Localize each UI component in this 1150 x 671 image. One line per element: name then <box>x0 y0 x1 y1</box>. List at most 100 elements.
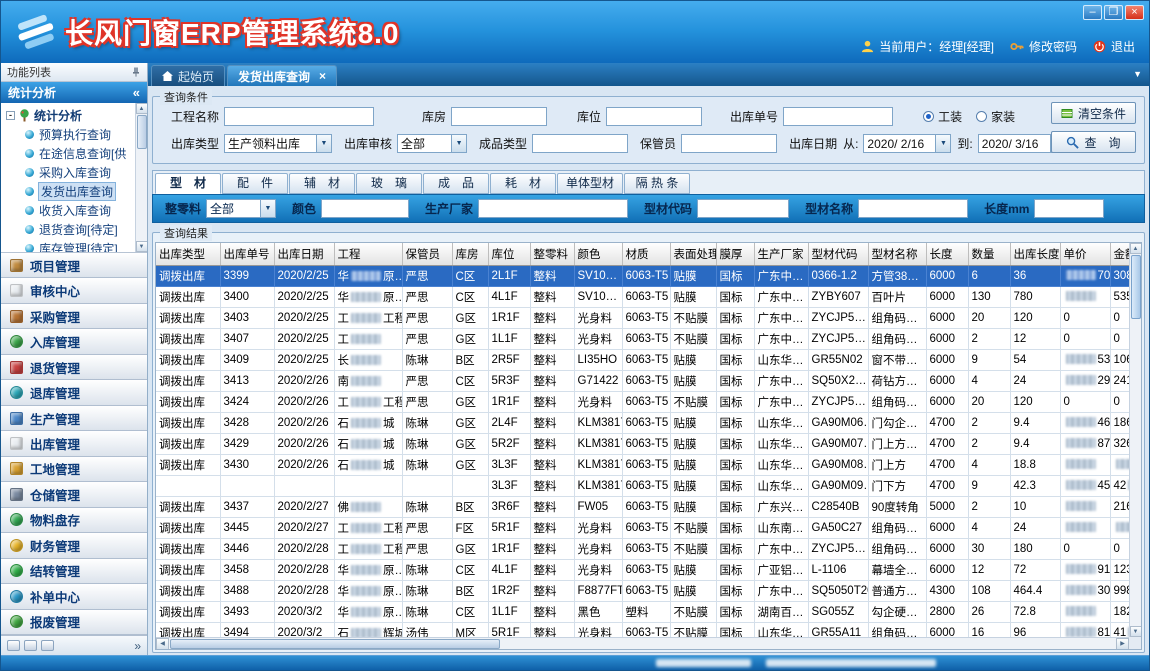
column-header[interactable]: 颜色 <box>574 243 622 266</box>
column-header[interactable]: 型材名称 <box>868 243 926 266</box>
change-password-button[interactable]: 修改密码 <box>1010 38 1077 55</box>
footer-panel-icon[interactable] <box>7 640 20 651</box>
tab-shipment-outbound-query[interactable]: 发货出库查询 × <box>227 65 337 86</box>
chevron-down-icon[interactable]: ▼ <box>451 135 466 152</box>
table-row[interactable]: 调拨出库34242020/2/26工工程严思G区1R1F整料光身料6063-T5… <box>156 392 1142 413</box>
color-input[interactable] <box>321 199 409 218</box>
sidebar-section[interactable]: 退货管理 <box>1 355 147 380</box>
tab-close-icon[interactable]: × <box>319 71 326 81</box>
chevron-down-icon[interactable]: ▼ <box>935 135 950 152</box>
column-header[interactable]: 出库单号 <box>220 243 274 266</box>
material-tab[interactable]: 耗 材 <box>490 173 556 194</box>
table-row[interactable]: 调拨出库34882020/2/28华原…陈琳B区1R2F整料F8877FT606… <box>156 581 1142 602</box>
search-button[interactable]: 查 询 <box>1051 131 1136 153</box>
table-row[interactable]: 调拨出库34132020/2/26南严思C区5R3F整料G714226063-T… <box>156 371 1142 392</box>
tab-start-page[interactable]: 起始页 <box>151 65 225 86</box>
table-row[interactable]: 调拨出库34002020/2/25华原…严思C区4L1F整料SV10…6063-… <box>156 287 1142 308</box>
scroll-up-icon[interactable]: ▲ <box>136 103 148 114</box>
sidebar-section[interactable]: 报废管理 <box>1 610 147 635</box>
project-name-input[interactable] <box>224 107 374 126</box>
location-input[interactable] <box>606 107 702 126</box>
column-header[interactable]: 出库类型 <box>156 243 220 266</box>
sidebar-section[interactable]: 生产管理 <box>1 406 147 431</box>
tree-item[interactable]: 退货查询[待定] <box>6 220 133 239</box>
profile-code-input[interactable] <box>697 199 789 218</box>
column-header[interactable]: 生产厂家 <box>754 243 808 266</box>
material-tab[interactable]: 玻 璃 <box>356 173 422 194</box>
out-type-select[interactable]: 生产领料出库 ▼ <box>224 134 332 153</box>
collapse-chevrons-icon[interactable]: « <box>133 87 140 99</box>
scroll-down-icon[interactable]: ▼ <box>136 241 148 252</box>
tree-item[interactable]: 预算执行查询 <box>6 125 133 144</box>
tree-item[interactable]: 发货出库查询 <box>6 182 133 201</box>
column-header[interactable]: 工程 <box>334 243 402 266</box>
scroll-right-icon[interactable]: ▶ <box>1116 638 1129 650</box>
sidebar-group-header[interactable]: 统计分析 « <box>1 82 147 103</box>
chevron-down-icon[interactable]: ▼ <box>260 200 275 217</box>
column-header[interactable]: 出库日期 <box>274 243 334 266</box>
scroll-thumb[interactable] <box>1131 255 1141 319</box>
column-header[interactable]: 型材代码 <box>808 243 868 266</box>
radio-jiazhuang[interactable]: 家装 <box>976 108 1015 125</box>
sidebar-section[interactable]: 采购管理 <box>1 304 147 329</box>
material-tab[interactable]: 隔 热 条 <box>624 173 690 194</box>
product-type-input[interactable] <box>532 134 628 153</box>
material-tab[interactable]: 成 品 <box>423 173 489 194</box>
column-header[interactable]: 保管员 <box>402 243 452 266</box>
scroll-left-icon[interactable]: ◀ <box>156 638 169 650</box>
tree-item[interactable]: 收货入库查询 <box>6 201 133 220</box>
sidebar-section[interactable]: 物料盘存 <box>1 508 147 533</box>
column-header[interactable]: 出库长度 <box>1010 243 1060 266</box>
maker-input[interactable] <box>478 199 628 218</box>
sidebar-section[interactable]: 出库管理 <box>1 431 147 456</box>
table-row[interactable]: 调拨出库34452020/2/27工工程严思F区5R1F整料光身料6063-T5… <box>156 518 1142 539</box>
tree-root[interactable]: - 统计分析 <box>6 106 133 125</box>
table-row[interactable]: 调拨出库34932020/3/2华原…陈琳C区1L1F整料黑色塑料不贴膜国标湖南… <box>156 602 1142 623</box>
profile-name-input[interactable] <box>858 199 968 218</box>
sidebar-section[interactable]: 审核中心 <box>1 278 147 303</box>
scroll-thumb[interactable] <box>170 639 500 649</box>
scroll-down-icon[interactable]: ▼ <box>1130 626 1142 637</box>
column-header[interactable]: 数量 <box>968 243 1010 266</box>
chevron-down-icon[interactable]: ▼ <box>316 135 331 152</box>
tree-item[interactable]: 采购入库查询 <box>6 163 133 182</box>
tree-item[interactable]: 库存管理[待定] <box>6 239 133 253</box>
scroll-up-icon[interactable]: ▲ <box>1130 243 1142 254</box>
audit-select[interactable]: 全部 ▼ <box>397 134 467 153</box>
sidebar-section[interactable]: 结转管理 <box>1 559 147 584</box>
logout-button[interactable]: 退出 <box>1093 38 1135 55</box>
material-tab[interactable]: 辅 材 <box>289 173 355 194</box>
table-row[interactable]: 调拨出库33992020/2/25华原…严思C区2L1F整料SV10…6063-… <box>156 266 1142 287</box>
column-header[interactable]: 长度 <box>926 243 968 266</box>
close-button[interactable]: × <box>1125 5 1144 20</box>
table-row[interactable]: 调拨出库34292020/2/26石城陈琳G区5R2F整料KLM38176063… <box>156 434 1142 455</box>
table-row[interactable]: 调拨出库34372020/2/27佛陈琳B区3R6F整料FW056063-T5贴… <box>156 497 1142 518</box>
table-row[interactable]: 调拨出库34032020/2/25工工程严思G区1R1F整料光身料6063-T5… <box>156 308 1142 329</box>
table-row[interactable]: 调拨出库34282020/2/26石城陈琳G区2L4F整料KLM38176063… <box>156 413 1142 434</box>
sidebar-section[interactable]: 项目管理 <box>1 253 147 278</box>
date-from-picker[interactable]: 2020/ 2/16 ▼ <box>863 134 951 153</box>
column-header[interactable]: 库房 <box>452 243 488 266</box>
material-tab[interactable]: 型 材 <box>155 173 221 194</box>
whole-part-select[interactable]: 全部 ▼ <box>206 199 276 218</box>
sidebar-section[interactable]: 工地管理 <box>1 457 147 482</box>
minimize-button[interactable]: – <box>1083 5 1102 20</box>
table-row[interactable]: 调拨出库34302020/2/26石城陈琳G区3L3F整料KLM38176063… <box>156 455 1142 476</box>
keeper-input[interactable] <box>681 134 777 153</box>
sidebar-section[interactable]: 仓储管理 <box>1 482 147 507</box>
sidebar-section[interactable]: 入库管理 <box>1 329 147 354</box>
table-row[interactable]: 调拨出库34462020/2/28工工程严思G区1R1F整料光身料6063-T5… <box>156 539 1142 560</box>
table-row[interactable]: 调拨出库34092020/2/25长陈琳B区2R5F整料LI35HO6063-T… <box>156 350 1142 371</box>
radio-gongzhuang[interactable]: 工装 <box>923 108 962 125</box>
tree-item[interactable]: 在途信息查询[供 <box>6 144 133 163</box>
tab-overflow-caret-icon[interactable]: ▼ <box>1133 69 1142 79</box>
column-header[interactable]: 整零料 <box>530 243 574 266</box>
order-no-input[interactable] <box>783 107 893 126</box>
length-input[interactable] <box>1034 199 1104 218</box>
warehouse-input[interactable] <box>451 107 547 126</box>
material-tab[interactable]: 单体型材 <box>557 173 623 194</box>
sidebar-section[interactable]: 财务管理 <box>1 533 147 558</box>
table-row[interactable]: 3L3F整料KLM38176063-T5贴膜国标山东华…GA90M09…门下方4… <box>156 476 1142 497</box>
table-row[interactable]: 调拨出库34072020/2/25工严思G区1L1F整料光身料6063-T5不贴… <box>156 329 1142 350</box>
maximize-button[interactable]: ❐ <box>1104 5 1123 20</box>
